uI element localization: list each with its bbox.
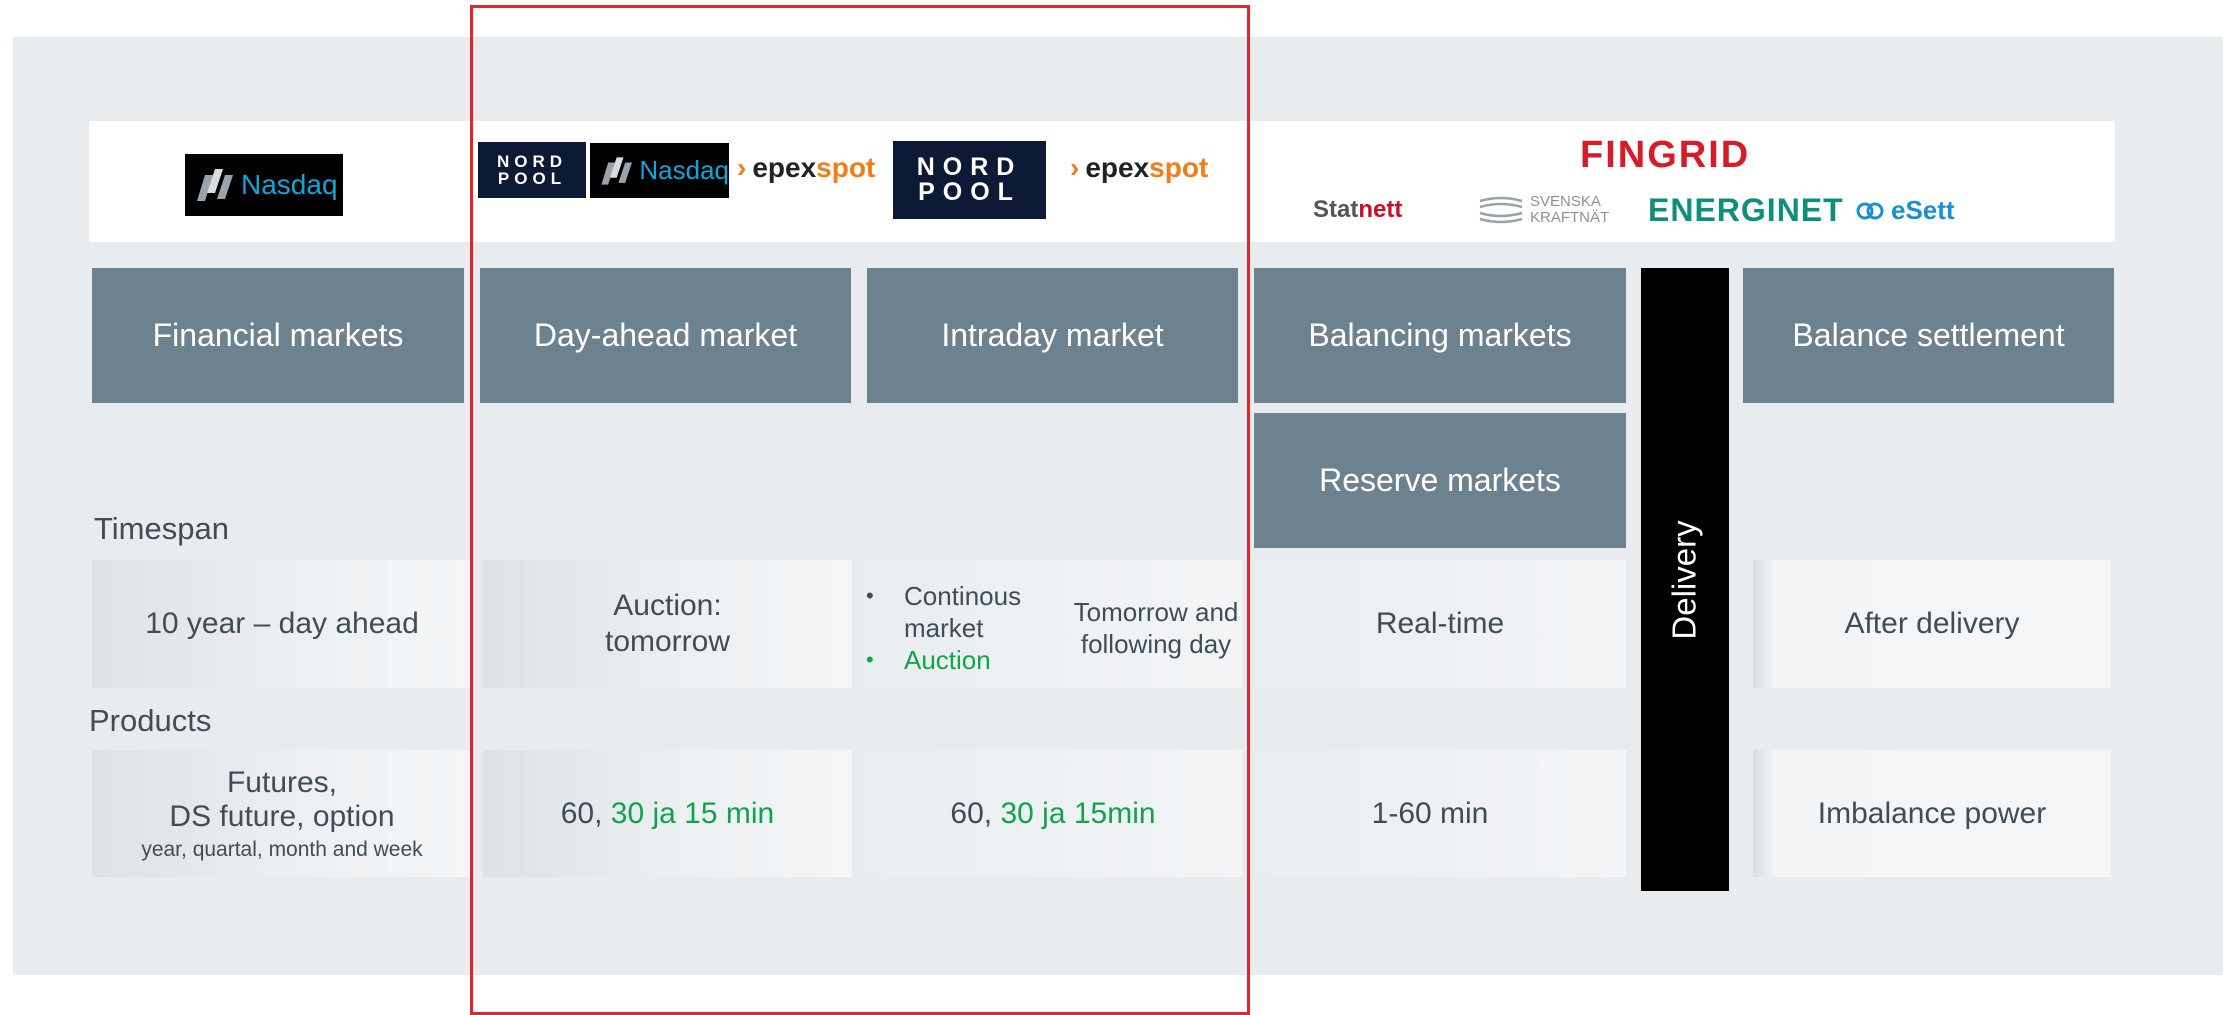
delivery-bar: Delivery	[1641, 268, 1729, 891]
energinet-logo: ENERGINET	[1648, 192, 1844, 228]
esett-text: eSett	[1891, 195, 1955, 225]
timespan-settlement-text: After delivery	[1844, 607, 2020, 640]
statnett-nett-text: nett	[1358, 196, 1403, 223]
products-label: Products	[89, 703, 212, 738]
products-balancing: 1-60 min	[1254, 750, 1626, 877]
timespan-financial-text: 10 year – day ahead	[145, 607, 419, 640]
esett-logo: eSett	[1855, 195, 1955, 226]
timespan-financial: 10 year – day ahead	[92, 560, 472, 688]
header-balancing-markets: Balancing markets	[1254, 268, 1626, 403]
svenska-kraftnat-logo: SVENSKA KRAFTNÄT	[1478, 194, 1609, 226]
header-reserve-markets: Reserve markets	[1254, 413, 1626, 548]
timespan-balancing: Real-time	[1254, 560, 1626, 688]
delivery-label: Delivery	[1666, 519, 1704, 640]
svk-text-line2: KRAFTNÄT	[1530, 208, 1610, 226]
nasdaq-logo: Nasdaq	[185, 154, 343, 216]
statnett-text: Stat	[1313, 196, 1359, 223]
products-financial-line3: year, quartal, month and week	[141, 837, 423, 861]
timespan-balancing-text: Real-time	[1375, 607, 1505, 640]
header-financial-markets: Financial markets	[92, 268, 464, 403]
products-balancing-text: 1-60 min	[1371, 796, 1489, 830]
nasdaq-logo-text: Nasdaq	[241, 169, 338, 200]
products-financial-line1: Futures,	[226, 765, 338, 799]
products-settlement-text: Imbalance power	[1817, 796, 2047, 830]
fingrid-logo: FINGRID	[1580, 134, 1751, 176]
esett-swirl-icon	[1856, 202, 1884, 219]
timespan-settlement: After delivery	[1753, 560, 2111, 688]
highlight-frame	[470, 5, 1250, 1015]
products-financial: Futures, DS future, option year, quartal…	[92, 750, 472, 877]
nasdaq-mark-icon	[197, 169, 233, 201]
svk-text-line1: SVENSKA	[1530, 193, 1601, 210]
svk-stripes-icon	[1479, 196, 1523, 223]
products-settlement: Imbalance power	[1753, 750, 2111, 877]
timespan-label: Timespan	[94, 511, 229, 546]
header-balance-settlement: Balance settlement	[1743, 268, 2114, 403]
statnett-logo: Statnett	[1313, 196, 1402, 224]
products-financial-line2: DS future, option	[169, 799, 395, 833]
